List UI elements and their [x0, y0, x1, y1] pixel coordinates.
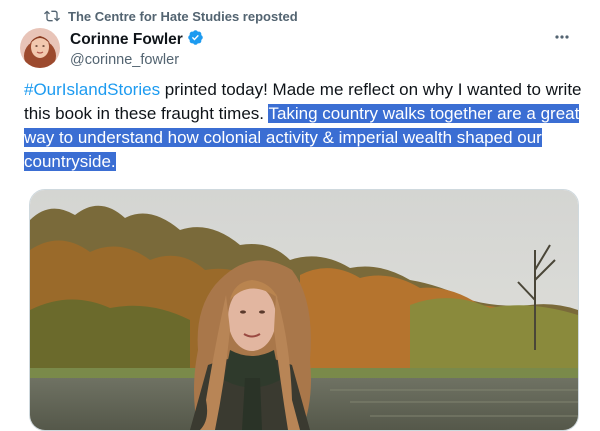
author-handle[interactable]: @corinne_fowler [70, 52, 204, 68]
avatar[interactable] [20, 28, 60, 68]
tweet-media-image[interactable] [29, 189, 579, 431]
repost-icon [44, 8, 60, 24]
author-name[interactable]: Corinne Fowler [70, 31, 183, 49]
verified-badge-icon [187, 29, 204, 51]
tweet-text: #OurIslandStories printed today! Made me… [24, 78, 584, 174]
author-info[interactable]: Corinne Fowler @corinne_fowler [70, 30, 204, 68]
hashtag-link[interactable]: #OurIslandStories [24, 80, 160, 99]
more-options-icon[interactable] [551, 30, 573, 44]
repost-indicator[interactable]: The Centre for Hate Studies reposted [44, 6, 298, 26]
repost-label: The Centre for Hate Studies reposted [68, 8, 298, 24]
